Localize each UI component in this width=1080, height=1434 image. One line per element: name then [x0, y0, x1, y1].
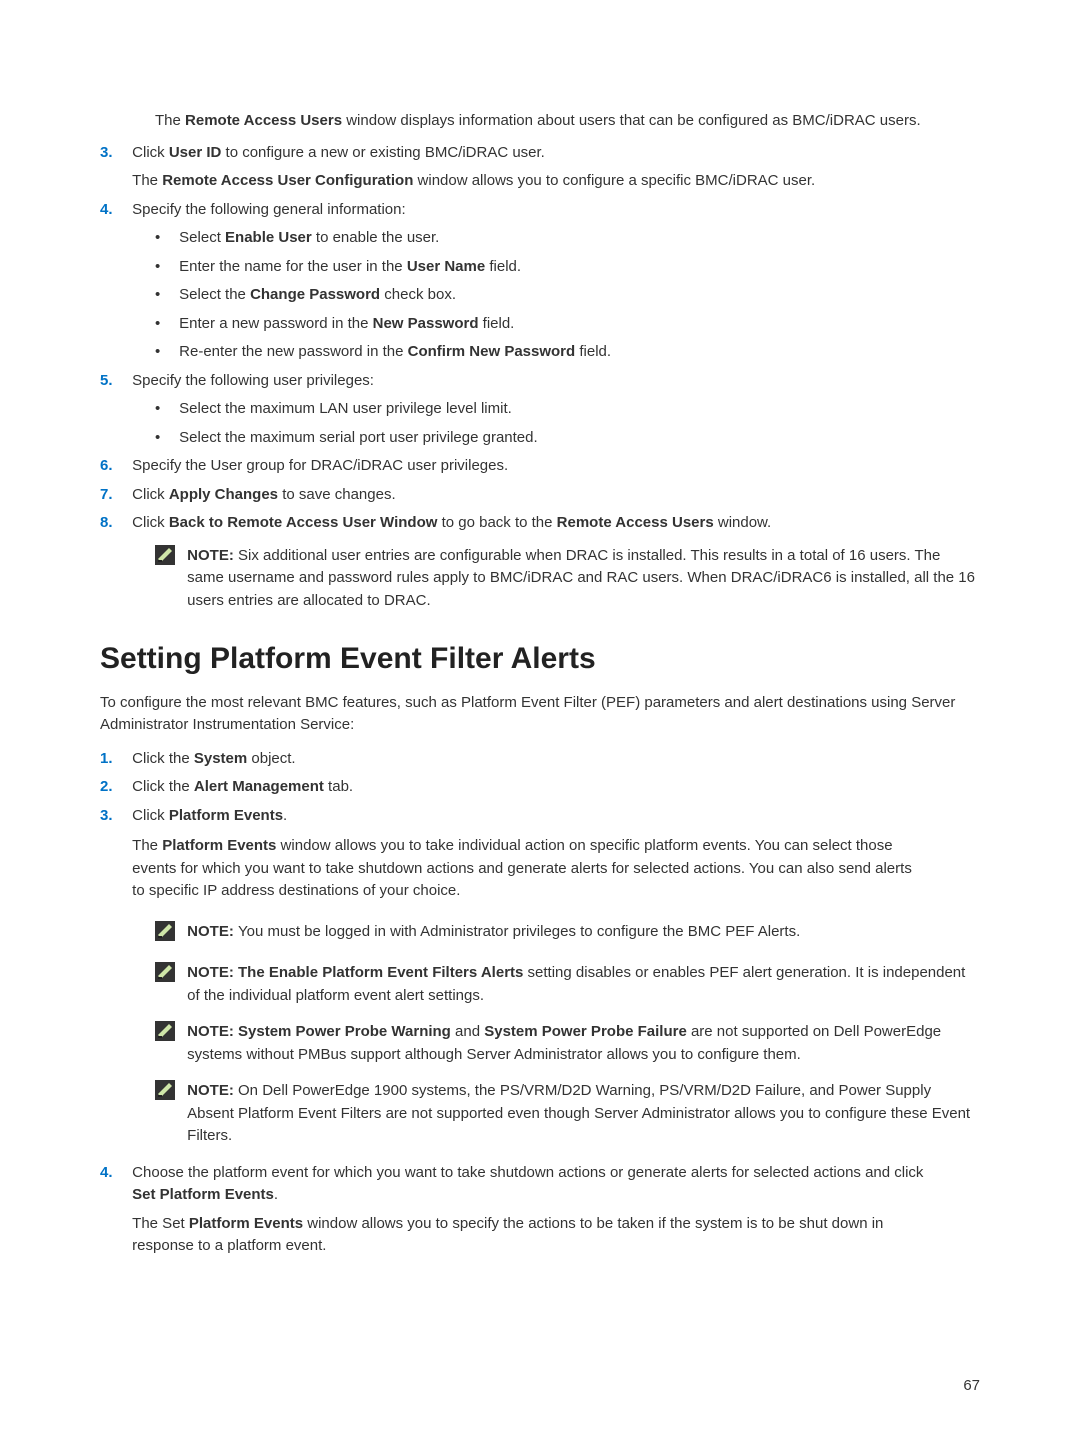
step-5: 5. Specify the following user privileges…	[100, 370, 980, 393]
page-number: 67	[963, 1377, 980, 1394]
bullet: • Re-enter the new password in the Confi…	[155, 341, 980, 364]
step-number: 3.	[100, 805, 128, 828]
note-icon	[155, 962, 183, 990]
bullet: • Select the Change Password check box.	[155, 284, 980, 307]
section-heading: Setting Platform Event Filter Alerts	[100, 642, 980, 676]
step-content: Click User ID to configure a new or exis…	[132, 142, 924, 193]
note-text: NOTE: You must be logged in with Adminis…	[187, 921, 977, 944]
step-content: Specify the User group for DRAC/iDRAC us…	[132, 455, 924, 478]
note-text: NOTE: Six additional user entries are co…	[187, 545, 977, 613]
pef-step-4: 4. Choose the platform event for which y…	[100, 1162, 980, 1258]
step-7: 7. Click Apply Changes to save changes.	[100, 484, 980, 507]
note-block: NOTE: On Dell PowerEdge 1900 systems, th…	[155, 1080, 980, 1148]
page-content: The Remote Access Users window displays …	[0, 0, 1080, 1434]
step-content: Click Back to Remote Access User Window …	[132, 512, 924, 535]
note-block: NOTE: The Enable Platform Event Filters …	[155, 962, 980, 1007]
step-8: 8. Click Back to Remote Access User Wind…	[100, 512, 980, 535]
step-content: Choose the platform event for which you …	[132, 1162, 924, 1258]
intro-after-heading: To configure the most relevant BMC featu…	[100, 692, 980, 736]
step-6: 6. Specify the User group for DRAC/iDRAC…	[100, 455, 980, 478]
step-number: 4.	[100, 1162, 128, 1185]
text: window displays information about users …	[342, 112, 921, 129]
bullet: • Enter a new password in the New Passwo…	[155, 313, 980, 336]
step-number: 4.	[100, 199, 128, 222]
bullet: • Select the maximum LAN user privilege …	[155, 398, 980, 421]
pef-step-3: 3. Click Platform Events. The Platform E…	[100, 805, 980, 903]
step-number: 1.	[100, 748, 128, 771]
pef-step-2: 2. Click the Alert Management tab.	[100, 776, 980, 799]
step-number: 8.	[100, 512, 128, 535]
note-text: NOTE: The Enable Platform Event Filters …	[187, 962, 977, 1007]
note-block: NOTE: System Power Probe Warning and Sys…	[155, 1021, 980, 1066]
step-number: 3.	[100, 142, 128, 165]
step-number: 2.	[100, 776, 128, 799]
step-number: 7.	[100, 484, 128, 507]
note-text: NOTE: System Power Probe Warning and Sys…	[187, 1021, 977, 1066]
note-block: NOTE: Six additional user entries are co…	[155, 545, 980, 613]
bullet: • Enter the name for the user in the Use…	[155, 256, 980, 279]
note-text: NOTE: On Dell PowerEdge 1900 systems, th…	[187, 1080, 977, 1148]
step-content: Click Platform Events. The Platform Even…	[132, 805, 924, 903]
bullet: • Select the maximum serial port user pr…	[155, 427, 980, 450]
note-icon	[155, 1080, 183, 1108]
step-3: 3. Click User ID to configure a new or e…	[100, 142, 980, 193]
step-4: 4. Specify the following general informa…	[100, 199, 980, 222]
bullet: • Select Enable User to enable the user.	[155, 227, 980, 250]
text: The	[155, 112, 185, 129]
step-number: 6.	[100, 455, 128, 478]
note-icon	[155, 921, 183, 949]
step-content: Click the Alert Management tab.	[132, 776, 924, 799]
note-icon	[155, 1021, 183, 1049]
step-number: 5.	[100, 370, 128, 393]
step-content: Specify the following user privileges:	[132, 370, 924, 393]
step-content: Click Apply Changes to save changes.	[132, 484, 924, 507]
note-icon	[155, 545, 183, 573]
note-block: NOTE: You must be logged in with Adminis…	[155, 921, 980, 949]
intro-paragraph: The Remote Access Users window displays …	[155, 110, 980, 132]
step-content: Specify the following general informatio…	[132, 199, 924, 222]
pef-step-1: 1. Click the System object.	[100, 748, 980, 771]
step-content: Click the System object.	[132, 748, 924, 771]
text-bold: Remote Access Users	[185, 112, 342, 129]
